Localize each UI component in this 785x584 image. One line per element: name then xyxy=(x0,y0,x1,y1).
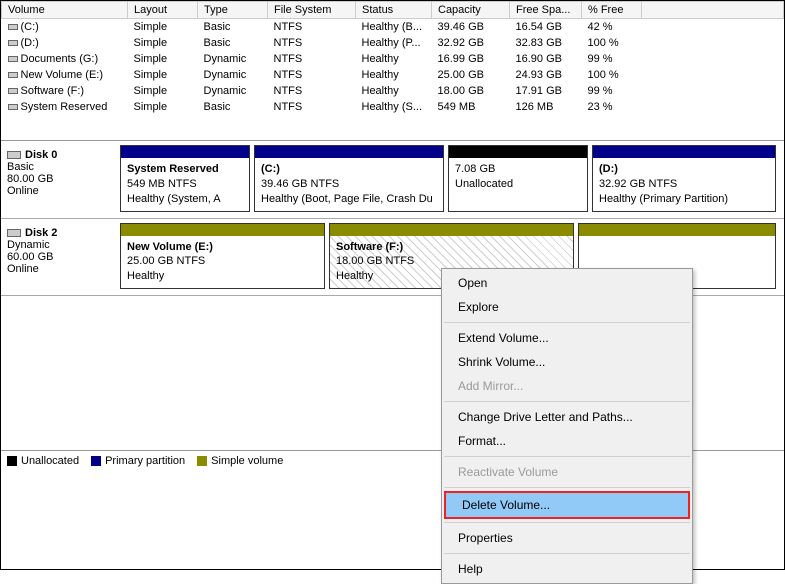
context-menu: Open Explore Extend Volume... Shrink Vol… xyxy=(441,268,693,584)
partition-size: 18.00 GB NTFS xyxy=(336,254,567,269)
menu-explore[interactable]: Explore xyxy=(442,295,692,319)
menu-reactivate-volume: Reactivate Volume xyxy=(442,460,692,484)
disk-type: Dynamic xyxy=(7,239,118,251)
partition-title: System Reserved xyxy=(127,162,243,177)
menu-separator xyxy=(444,456,690,457)
partition-title: (C:) xyxy=(261,162,437,177)
partition-color-bar xyxy=(449,146,587,158)
disk-label-2[interactable]: Disk 2 Dynamic 60.00 GB Online xyxy=(5,223,120,290)
menu-change-drive-letter[interactable]: Change Drive Letter and Paths... xyxy=(442,405,692,429)
menu-highlight-box: Delete Volume... xyxy=(444,491,690,519)
col-filesystem[interactable]: File System xyxy=(268,2,356,19)
table-row[interactable]: (C:)SimpleBasicNTFSHealthy (B...39.46 GB… xyxy=(2,19,784,36)
partition-e[interactable]: New Volume (E:) 25.00 GB NTFS Healthy xyxy=(120,223,325,290)
partition-status: Unallocated xyxy=(455,177,581,192)
partition-status: Healthy (System, A xyxy=(127,192,243,207)
disk-state: Online xyxy=(7,263,118,275)
partition-size: 25.00 GB NTFS xyxy=(127,254,318,269)
partition-d[interactable]: (D:) 32.92 GB NTFS Healthy (Primary Part… xyxy=(592,145,776,212)
disk-icon xyxy=(7,151,21,159)
menu-properties[interactable]: Properties xyxy=(442,526,692,550)
volume-icon xyxy=(8,104,18,110)
volume-icon xyxy=(8,72,18,78)
partition-size: 32.92 GB NTFS xyxy=(599,177,769,192)
menu-delete-volume[interactable]: Delete Volume... xyxy=(446,493,688,517)
partition-unallocated[interactable]: 7.08 GB Unallocated xyxy=(448,145,588,212)
col-capacity[interactable]: Capacity xyxy=(432,2,510,19)
col-status[interactable]: Status xyxy=(356,2,432,19)
partition-title: New Volume (E:) xyxy=(127,240,318,255)
partition-color-bar xyxy=(330,224,573,236)
disk-size: 60.00 GB xyxy=(7,251,118,263)
swatch-olive xyxy=(197,456,207,466)
table-row[interactable]: New Volume (E:)SimpleDynamicNTFSHealthy2… xyxy=(2,67,784,83)
disk-name: Disk 2 xyxy=(25,227,57,239)
partition-size: 549 MB NTFS xyxy=(127,177,243,192)
volume-list-panel: Volume Layout Type File System Status Ca… xyxy=(1,1,784,141)
legend-primary: Primary partition xyxy=(91,455,185,467)
disk-label-0[interactable]: Disk 0 Basic 80.00 GB Online xyxy=(5,145,120,212)
partition-size: 7.08 GB xyxy=(455,162,581,177)
legend-unallocated: Unallocated xyxy=(7,455,79,467)
menu-separator xyxy=(444,522,690,523)
col-layout[interactable]: Layout xyxy=(128,2,198,19)
col-spacer xyxy=(642,2,784,19)
swatch-navy xyxy=(91,456,101,466)
col-volume[interactable]: Volume xyxy=(2,2,128,19)
partition-size: 39.46 GB NTFS xyxy=(261,177,437,192)
menu-separator xyxy=(444,322,690,323)
volume-table[interactable]: Volume Layout Type File System Status Ca… xyxy=(1,1,784,115)
volume-icon xyxy=(8,56,18,62)
menu-format[interactable]: Format... xyxy=(442,429,692,453)
volume-icon xyxy=(8,24,18,30)
volume-icon xyxy=(8,40,18,46)
partition-color-bar xyxy=(255,146,443,158)
disk-icon xyxy=(7,229,21,237)
menu-separator xyxy=(444,487,690,488)
menu-help[interactable]: Help xyxy=(442,557,692,581)
menu-separator xyxy=(444,553,690,554)
disk-state: Online xyxy=(7,185,118,197)
disk-name: Disk 0 xyxy=(25,149,57,161)
swatch-black xyxy=(7,456,17,466)
disk-row-0: Disk 0 Basic 80.00 GB Online System Rese… xyxy=(1,141,784,219)
table-row[interactable]: Documents (G:)SimpleDynamicNTFSHealthy16… xyxy=(2,51,784,67)
disk0-partitions: System Reserved 549 MB NTFS Healthy (Sys… xyxy=(120,145,780,212)
table-row[interactable]: (D:)SimpleBasicNTFSHealthy (P...32.92 GB… xyxy=(2,35,784,51)
disk-type: Basic xyxy=(7,161,118,173)
menu-extend-volume[interactable]: Extend Volume... xyxy=(442,326,692,350)
disk-size: 80.00 GB xyxy=(7,173,118,185)
table-header-row[interactable]: Volume Layout Type File System Status Ca… xyxy=(2,2,784,19)
menu-add-mirror: Add Mirror... xyxy=(442,374,692,398)
partition-title: (D:) xyxy=(599,162,769,177)
partition-color-bar xyxy=(121,146,249,158)
col-pctfree[interactable]: % Free xyxy=(582,2,642,19)
table-row[interactable]: Software (F:)SimpleDynamicNTFSHealthy18.… xyxy=(2,83,784,99)
partition-color-bar xyxy=(121,224,324,236)
menu-separator xyxy=(444,401,690,402)
partition-system-reserved[interactable]: System Reserved 549 MB NTFS Healthy (Sys… xyxy=(120,145,250,212)
legend-simple: Simple volume xyxy=(197,455,283,467)
menu-open[interactable]: Open xyxy=(442,271,692,295)
table-row[interactable]: System ReservedSimpleBasicNTFSHealthy (S… xyxy=(2,99,784,115)
partition-status: Healthy (Boot, Page File, Crash Du xyxy=(261,192,437,207)
partition-c[interactable]: (C:) 39.46 GB NTFS Healthy (Boot, Page F… xyxy=(254,145,444,212)
col-type[interactable]: Type xyxy=(198,2,268,19)
menu-shrink-volume[interactable]: Shrink Volume... xyxy=(442,350,692,374)
partition-color-bar xyxy=(593,146,775,158)
partition-status: Healthy xyxy=(127,269,318,284)
partition-status: Healthy (Primary Partition) xyxy=(599,192,769,207)
volume-icon xyxy=(8,88,18,94)
col-freespace[interactable]: Free Spa... xyxy=(510,2,582,19)
partition-color-bar xyxy=(579,224,775,236)
partition-title: Software (F:) xyxy=(336,240,567,255)
